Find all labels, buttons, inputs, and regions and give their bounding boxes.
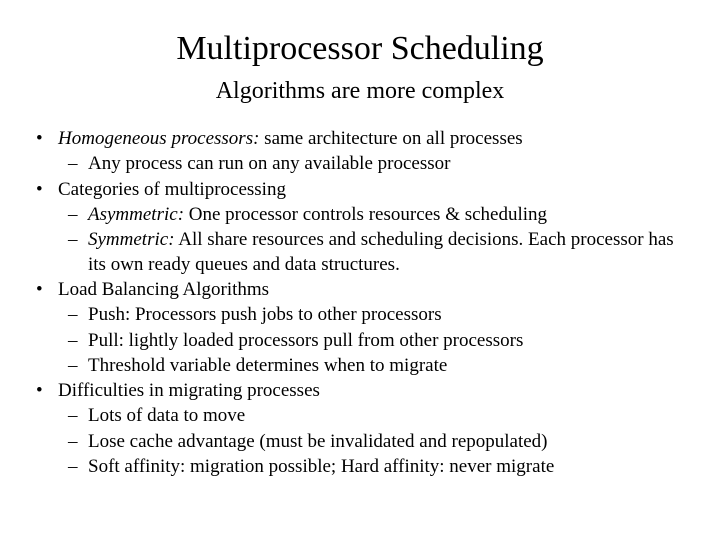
list-item: Lose cache advantage (must be invalidate…: [58, 430, 690, 454]
bullet-list: Homogeneous processors: same architectur…: [30, 127, 690, 479]
term-homogeneous: Homogeneous processors:: [58, 128, 259, 149]
list-item: Homogeneous processors: same architectur…: [30, 127, 690, 177]
sub-list: Lots of data to move Lose cache advantag…: [58, 404, 690, 479]
list-item: Push: Processors push jobs to other proc…: [58, 303, 690, 327]
list-item: Load Balancing Algorithms Push: Processo…: [30, 278, 690, 378]
list-item: Soft affinity: migration possible; Hard …: [58, 455, 690, 479]
list-item: Difficulties in migrating processes Lots…: [30, 379, 690, 479]
text: same architecture on all processes: [259, 128, 522, 149]
text: Categories of multiprocessing: [58, 179, 286, 200]
list-item: Symmetric: All share resources and sched…: [58, 228, 690, 277]
text: One processor controls resources & sched…: [184, 204, 547, 225]
slide-subtitle: Algorithms are more complex: [30, 78, 690, 105]
slide-title: Multiprocessor Scheduling: [30, 30, 690, 68]
sub-list: Push: Processors push jobs to other proc…: [58, 303, 690, 378]
list-item: Categories of multiprocessing Asymmetric…: [30, 178, 690, 277]
term-symmetric: Symmetric:: [88, 229, 175, 250]
sub-list: Any process can run on any available pro…: [58, 152, 690, 176]
sub-list: Asymmetric: One processor controls resou…: [58, 203, 690, 277]
list-item: Lots of data to move: [58, 404, 690, 428]
term-asymmetric: Asymmetric:: [88, 204, 184, 225]
list-item: Any process can run on any available pro…: [58, 152, 690, 176]
list-item: Pull: lightly loaded processors pull fro…: [58, 329, 690, 353]
text: Difficulties in migrating processes: [58, 380, 320, 401]
text: All share resources and scheduling decis…: [88, 229, 674, 274]
list-item: Threshold variable determines when to mi…: [58, 354, 690, 378]
list-item: Asymmetric: One processor controls resou…: [58, 203, 690, 227]
text: Load Balancing Algorithms: [58, 279, 269, 300]
